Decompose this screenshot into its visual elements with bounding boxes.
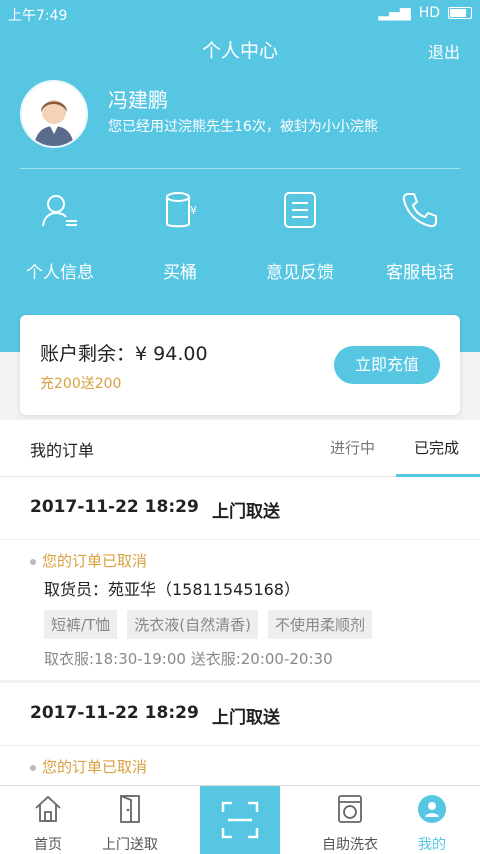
scan-icon [221, 801, 259, 839]
status-dot-icon [30, 764, 36, 771]
order-body: 您的订单已取消 [0, 746, 480, 785]
order-type: 上门取送 [212, 502, 280, 522]
order-header: 2017-11-22 18:29 上门取送 [0, 477, 480, 540]
user-info-icon [42, 195, 77, 227]
bucket-yen-icon: ¥ [166, 192, 197, 228]
bottom-nav: 首页 上门送取 自助洗衣 我的 [0, 785, 480, 854]
tab-in-progress[interactable]: 进行中 [330, 437, 375, 458]
order-tags: 短裤/T恤 洗衣液(自然清香) 不使用柔顺剂 [44, 610, 372, 639]
order-datetime: 2017-11-22 18:29 [30, 703, 199, 723]
order-type: 上门取送 [212, 708, 280, 728]
top-bar: 个人中心 退出 [0, 36, 480, 66]
network-label: HD [418, 5, 440, 21]
balance-card: 账户剩余：¥ 94.00 充200送200 立即充值 [20, 315, 460, 415]
nav-mine[interactable]: 我的 [384, 786, 480, 854]
order-datetime: 2017-11-22 18:29 [30, 497, 199, 517]
quick-action-label: 买桶 [163, 263, 197, 283]
order-card[interactable]: 2017-11-22 18:29 上门取送 您的订单已取消 [0, 683, 480, 785]
orders-title: 我的订单 [30, 441, 95, 460]
order-tag: 洗衣液(自然清香) [127, 610, 258, 639]
quick-action-personal-info[interactable]: 个人信息 [0, 190, 120, 283]
order-tag: 不使用柔顺剂 [267, 610, 372, 639]
status-dot-icon [30, 558, 36, 565]
status-icons: ▂▄▆ HD [378, 5, 472, 21]
quick-actions: 个人信息 ¥ 买桶 意见反馈 客服电话 [0, 190, 480, 283]
nav-door-pickup[interactable]: 上门送取 [82, 786, 178, 854]
order-status-text: 您的订单已取消 [42, 552, 148, 570]
recharge-button[interactable]: 立即充值 [334, 346, 440, 384]
recharge-promo: 充200送200 [40, 376, 122, 392]
order-status: 您的订单已取消 [30, 756, 147, 777]
nav-label: 我的 [418, 837, 446, 853]
quick-action-label: 客服电话 [386, 263, 454, 283]
order-status: 您的订单已取消 [30, 550, 147, 571]
svg-text:¥: ¥ [190, 204, 197, 217]
profile-name: 冯建鹏 [108, 88, 168, 112]
page-title: 个人中心 [201, 40, 278, 62]
balance-label: 账户剩余： [40, 343, 136, 365]
order-card[interactable]: 2017-11-22 18:29 上门取送 您的订单已取消 取货员：苑亚华（15… [0, 477, 480, 680]
order-tag: 短裤/T恤 [44, 610, 118, 639]
washer-icon [338, 795, 362, 823]
orders-tabs: 我的订单 进行中 已完成 [0, 420, 480, 477]
logout-button[interactable]: 退出 [428, 39, 460, 63]
home-icon [35, 795, 61, 822]
nav-scan[interactable] [200, 786, 280, 854]
battery-icon [448, 7, 472, 19]
quick-action-feedback[interactable]: 意见反馈 [240, 190, 360, 283]
tab-completed[interactable]: 已完成 [414, 437, 459, 458]
nav-label: 上门送取 [102, 837, 158, 853]
avatar[interactable] [20, 80, 88, 148]
quick-action-label: 意见反馈 [266, 263, 334, 283]
profile-icon [418, 795, 446, 823]
order-times: 取衣服:18:30-19:00 送衣服:20:00-20:30 [44, 650, 333, 668]
feedback-icon [284, 192, 316, 228]
header-divider [20, 168, 460, 169]
status-bar: 上午7:49 ▂▄▆ HD [0, 0, 480, 28]
quick-action-service-phone[interactable]: 客服电话 [360, 190, 480, 283]
avatar-icon [22, 82, 86, 146]
order-courier: 取货员：苑亚华（15811545168） [44, 580, 300, 599]
status-time: 上午7:49 [8, 8, 68, 24]
balance-value: ¥ 94.00 [135, 343, 208, 365]
profile-section[interactable]: 冯建鹏 您已经用过浣熊先生16次，被封为小小浣熊 [20, 80, 460, 150]
order-status-text: 您的订单已取消 [42, 758, 148, 776]
order-header: 2017-11-22 18:29 上门取送 [0, 683, 480, 746]
order-body: 您的订单已取消 取货员：苑亚华（15811545168） 短裤/T恤 洗衣液(自… [0, 540, 480, 680]
quick-action-buy-bucket[interactable]: ¥ 买桶 [120, 190, 240, 283]
profile-description: 您已经用过浣熊先生16次，被封为小小浣熊 [108, 119, 378, 135]
signal-icon: ▂▄▆ [378, 5, 411, 21]
phone-icon [402, 193, 437, 228]
door-icon [120, 795, 140, 823]
balance-amount: 账户剩余：¥ 94.00 [40, 339, 208, 366]
quick-action-label: 个人信息 [26, 263, 94, 283]
